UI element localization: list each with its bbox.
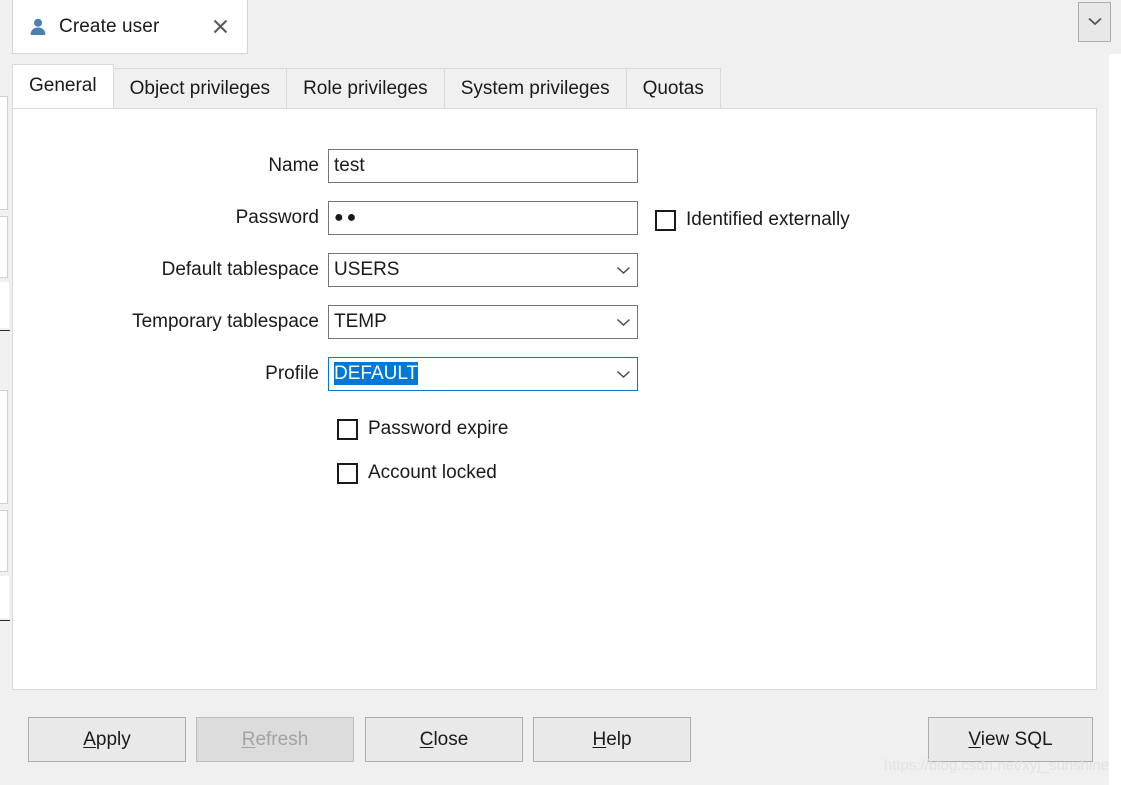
- close-icon[interactable]: [211, 18, 229, 36]
- identified-externally-checkbox[interactable]: [655, 209, 676, 231]
- tab-role-privileges[interactable]: Role privileges: [286, 68, 445, 108]
- tab-quotas[interactable]: Quotas: [625, 68, 721, 108]
- name-input[interactable]: test: [328, 149, 638, 183]
- row-name: Name test: [73, 149, 638, 183]
- application-window: Create user General Object privileges Ro…: [0, 0, 1121, 785]
- close-rest: lose: [433, 728, 469, 750]
- account-locked-label: Account locked: [368, 462, 497, 483]
- help-mnemonic: H: [592, 728, 607, 750]
- name-label: Name: [268, 155, 319, 176]
- close-button-label: Close: [420, 729, 469, 751]
- tab-object-privileges[interactable]: Object privileges: [112, 68, 288, 108]
- tab-quotas-label: Quotas: [642, 77, 704, 99]
- apply-button-label: Apply: [83, 729, 131, 751]
- close-button[interactable]: Close: [365, 717, 523, 762]
- apply-rest: pply: [95, 728, 131, 750]
- dialog-tab-bar: General Object privileges Role privilege…: [12, 64, 721, 108]
- chevron-down-icon: [609, 370, 637, 379]
- background-fragment-2: [0, 216, 8, 278]
- chevron-down-icon: [609, 318, 637, 327]
- document-tab-title: Create user: [59, 15, 160, 37]
- background-fragment-4: [0, 390, 8, 504]
- identified-externally-label: Identified externally: [686, 209, 850, 230]
- background-fragment-divider-1: [0, 330, 10, 331]
- help-button-label: Help: [592, 729, 631, 751]
- tab-system-privileges-label: System privileges: [460, 77, 610, 99]
- background-fragment-divider-2: [0, 620, 10, 621]
- background-fragment-1: [0, 96, 8, 210]
- identified-externally-checkbox-group[interactable]: Identified externally: [655, 209, 850, 231]
- apply-mnemonic: A: [83, 728, 96, 750]
- temporary-tablespace-value: TEMP: [334, 311, 387, 332]
- background-fragment-3: [0, 282, 9, 328]
- default-tablespace-select[interactable]: USERS: [328, 253, 638, 287]
- refresh-mnemonic: R: [241, 728, 256, 750]
- help-button[interactable]: Help: [533, 717, 691, 762]
- password-input[interactable]: ●●: [328, 201, 638, 235]
- refresh-rest: efresh: [255, 728, 309, 750]
- tab-general-label: General: [29, 75, 97, 96]
- window-tab-strip: Create user: [0, 0, 1121, 54]
- account-locked-checkbox[interactable]: [337, 462, 358, 484]
- tab-system-privileges[interactable]: System privileges: [443, 68, 627, 108]
- apply-button[interactable]: Apply: [28, 717, 186, 762]
- chevron-down-icon: [609, 266, 637, 275]
- background-fragment-6: [0, 576, 9, 618]
- password-label: Password: [235, 207, 319, 228]
- view-sql-mnemonic: V: [968, 728, 981, 750]
- tab-overflow-button[interactable]: [1078, 2, 1111, 42]
- document-tab-create-user[interactable]: Create user: [12, 0, 248, 54]
- password-expire-checkbox[interactable]: [337, 418, 358, 440]
- tab-object-privileges-label: Object privileges: [129, 77, 271, 99]
- chevron-down-icon: [1087, 13, 1103, 31]
- watermark: https://blog.csdn.net/xyj_sunshine: [883, 757, 1109, 774]
- profile-select[interactable]: DEFAULT: [328, 357, 638, 391]
- default-tablespace-value: USERS: [334, 259, 400, 280]
- password-expire-label: Password expire: [368, 418, 509, 439]
- view-sql-button-label: View SQL: [968, 729, 1052, 751]
- view-sql-rest: iew SQL: [980, 728, 1053, 750]
- tab-role-privileges-label: Role privileges: [303, 77, 428, 99]
- background-fragment-5: [0, 510, 8, 572]
- refresh-button[interactable]: Refresh: [196, 717, 354, 762]
- default-tablespace-label: Default tablespace: [161, 259, 319, 280]
- profile-value-wrap: DEFAULT: [329, 362, 609, 385]
- temporary-tablespace-select[interactable]: TEMP: [328, 305, 638, 339]
- help-rest: elp: [606, 728, 632, 750]
- refresh-button-label: Refresh: [242, 729, 309, 751]
- profile-label: Profile: [265, 363, 319, 384]
- temporary-tablespace-label: Temporary tablespace: [132, 311, 319, 332]
- row-profile: Profile DEFAULT: [73, 357, 638, 391]
- password-expire-checkbox-group[interactable]: Password expire: [337, 418, 508, 440]
- create-user-dialog: General Object privileges Role privilege…: [12, 54, 1109, 785]
- row-default-tablespace: Default tablespace USERS: [73, 253, 638, 287]
- view-sql-button[interactable]: View SQL: [928, 717, 1093, 762]
- row-password: Password ●●: [73, 201, 638, 235]
- profile-value: DEFAULT: [334, 362, 419, 385]
- general-tab-panel: Name test Password ●● Identified externa…: [12, 108, 1097, 690]
- tab-general[interactable]: General: [12, 64, 114, 108]
- account-locked-checkbox-group[interactable]: Account locked: [337, 462, 497, 484]
- close-mnemonic: C: [419, 728, 434, 750]
- row-temporary-tablespace: Temporary tablespace TEMP: [73, 305, 638, 339]
- user-icon: [27, 16, 49, 38]
